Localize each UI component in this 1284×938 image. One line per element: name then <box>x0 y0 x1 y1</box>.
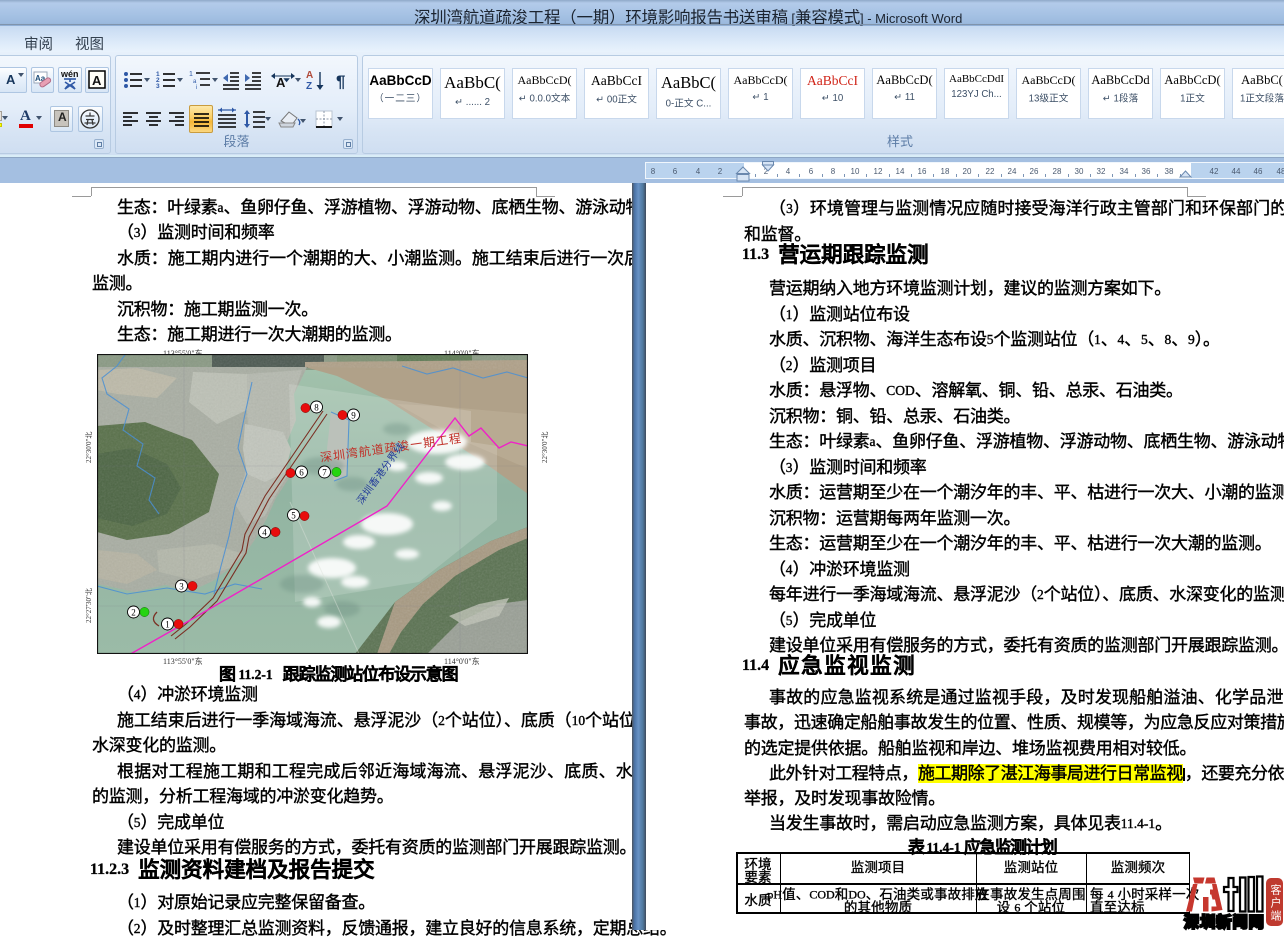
svg-text:6: 6 <box>299 468 304 478</box>
svg-text:1: 1 <box>189 71 193 78</box>
svg-text:wén: wén <box>60 69 79 79</box>
svg-text:2: 2 <box>131 608 136 618</box>
svg-text:A: A <box>306 70 313 81</box>
svg-text:8: 8 <box>314 403 319 413</box>
svg-text:7: 7 <box>322 468 327 478</box>
svg-text:3: 3 <box>156 83 160 90</box>
svg-text:9: 9 <box>351 411 356 421</box>
svg-text:4: 4 <box>262 528 267 538</box>
svg-text:5: 5 <box>291 511 296 521</box>
svg-text:3: 3 <box>179 582 184 592</box>
svg-text:1: 1 <box>165 620 170 630</box>
svg-text:A: A <box>92 73 102 88</box>
svg-text:¶: ¶ <box>336 72 345 91</box>
svg-text:A: A <box>276 75 286 90</box>
svg-text:i: i <box>196 85 197 91</box>
svg-text:Z: Z <box>306 81 312 92</box>
